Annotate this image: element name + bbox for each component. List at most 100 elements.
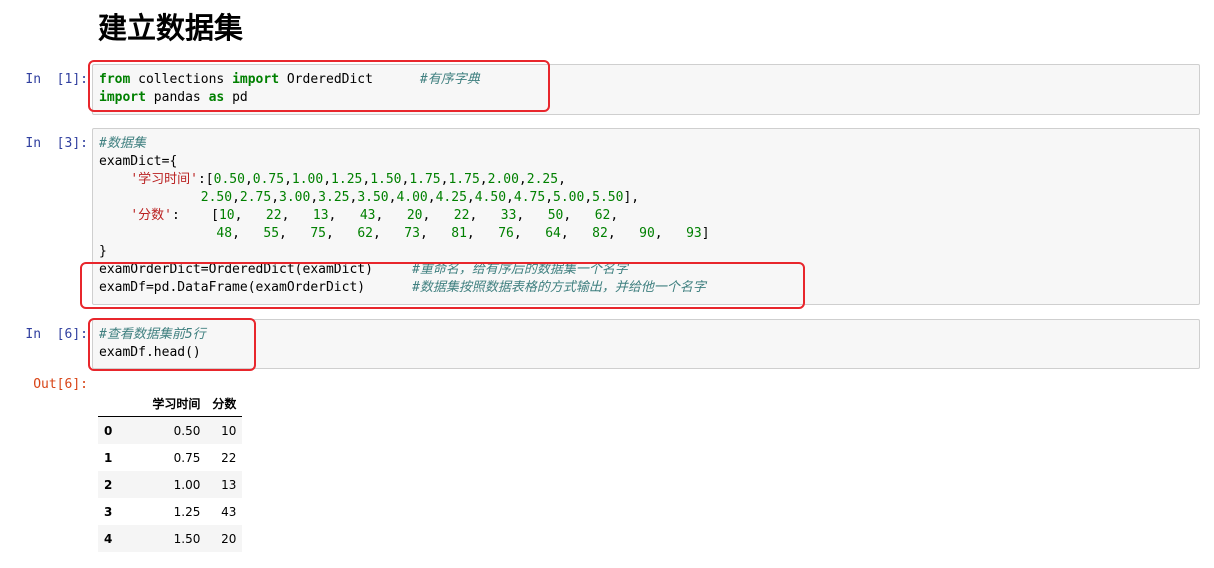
code-text: , <box>232 226 264 241</box>
table-row: 1 0.75 22 <box>98 444 242 471</box>
row-index: 0 <box>104 423 113 438</box>
code-number: 4.50 <box>474 190 507 205</box>
input-prompt-6: In [6]: <box>25 327 88 342</box>
code-text: : [ <box>171 208 219 223</box>
table-cell: 22 <box>221 450 237 465</box>
code-number: 1.50 <box>370 172 402 187</box>
code-number: 4.00 <box>396 190 428 205</box>
code-comment: #查看数据集前5行 <box>99 327 206 342</box>
code-editor-1[interactable]: from collections import OrderedDict #有序字… <box>93 65 1199 107</box>
code-string: '学习时间' <box>130 172 198 187</box>
code-text: :[ <box>197 172 214 187</box>
column-header: 分数 <box>206 390 243 417</box>
code-text: , <box>607 226 640 241</box>
code-number: 3.50 <box>357 190 389 205</box>
code-text: examOrderDict=OrderedDict(examDict) <box>99 262 413 277</box>
code-line: #数据集 <box>99 135 1193 153</box>
code-number: 76 <box>498 226 514 241</box>
code-number: 1.75 <box>409 172 441 187</box>
code-line: '学习时间':[0.50,0.75,1.00,1.25,1.50,1.75,1.… <box>99 171 1193 189</box>
code-number: 2.00 <box>487 172 519 187</box>
code-number: 75 <box>310 226 326 241</box>
code-number: 33 <box>500 208 517 223</box>
code-text: } <box>99 244 107 259</box>
code-text: ], <box>623 190 640 205</box>
code-text: , <box>281 208 313 223</box>
code-text: , <box>427 190 436 205</box>
column-header: 学习时间 <box>134 390 207 417</box>
code-text: , <box>560 226 593 241</box>
code-number: 48 <box>216 226 233 241</box>
code-line: examOrderDict=OrderedDict(examDict) #重命名… <box>99 261 1193 279</box>
code-text: , <box>422 208 454 223</box>
table-cell: 13 <box>221 477 237 492</box>
code-number: 62 <box>594 208 611 223</box>
code-line: #查看数据集前5行 <box>99 326 1193 344</box>
code-text: , <box>466 226 499 241</box>
code-text: , <box>362 172 371 187</box>
code-number: 1.00 <box>291 172 324 187</box>
code-text: examDict={ <box>99 154 178 169</box>
code-number: 90 <box>639 226 655 241</box>
code-number: 13 <box>312 208 329 223</box>
code-number: 22 <box>453 208 470 223</box>
code-text: , <box>518 172 527 187</box>
code-text: examDf=pd.DataFrame(examOrderDict) <box>99 280 413 295</box>
code-text: examDf.head() <box>99 345 201 360</box>
code-text: , <box>244 172 253 187</box>
code-number: 22 <box>265 208 282 223</box>
code-text: pandas <box>145 90 209 105</box>
table-cell: 20 <box>221 531 237 546</box>
code-text: , <box>234 208 266 223</box>
code-line: from collections import OrderedDict #有序字… <box>99 71 1193 89</box>
code-number: 5.50 <box>592 190 624 205</box>
input-prompt-1: In [1]: <box>25 72 88 87</box>
code-number: 62 <box>357 226 373 241</box>
table-header-row: 学习时间 分数 <box>98 390 243 417</box>
table-row: 0 0.50 10 <box>98 416 243 444</box>
table-row: 4 1.50 20 <box>98 525 243 552</box>
code-text: , <box>558 172 566 187</box>
code-cell-6[interactable]: #查看数据集前5行 examDf.head() <box>92 319 1200 369</box>
output-prompt-6: Out[6]: <box>33 377 88 392</box>
code-line: examDict={ <box>99 153 1193 171</box>
table-row: 3 1.25 43 <box>98 498 242 525</box>
row-index: 2 <box>104 477 113 492</box>
code-editor-6[interactable]: #查看数据集前5行 examDf.head() <box>93 320 1199 362</box>
code-number: 4.25 <box>435 190 467 205</box>
code-comment: #数据集按照数据表格的方式输出，并给他一个名字 <box>412 280 706 295</box>
code-editor-3[interactable]: #数据集 examDict={ '学习时间':[0.50,0.75,1.00,1.… <box>93 129 1199 297</box>
code-text: , <box>516 208 548 223</box>
code-number: 64 <box>545 226 561 241</box>
code-number: 50 <box>547 208 564 223</box>
code-comment: #重命名，给有序后的数据集一个名字 <box>412 262 628 277</box>
code-keyword: as <box>208 90 225 105</box>
code-number: 82 <box>592 226 608 241</box>
code-text: OrderedDict <box>279 72 420 87</box>
code-text: , <box>232 190 240 205</box>
code-cell-3[interactable]: #数据集 examDict={ '学习时间':[0.50,0.75,1.00,1.… <box>92 128 1200 305</box>
code-text: pd <box>224 90 248 105</box>
table-cell: 1.00 <box>173 477 201 492</box>
dataframe-output-table: 学习时间 分数 0 0.50 10 1 0.75 22 2 1.00 13 3 … <box>98 390 243 552</box>
code-line: 48, 55, 75, 62, 73, 81, 76, 64, 82, 90, … <box>99 225 1193 243</box>
row-index: 4 <box>104 531 113 546</box>
code-line: } <box>99 243 1193 261</box>
code-number: 3.00 <box>279 190 311 205</box>
code-comment: #数据集 <box>99 136 146 151</box>
code-number: 2.50 <box>200 190 233 205</box>
code-cell-1[interactable]: from collections import OrderedDict #有序字… <box>92 64 1200 115</box>
code-line: examDf.head() <box>99 344 1193 362</box>
table-cell: 1.25 <box>173 504 201 519</box>
code-text: , <box>271 190 280 205</box>
code-text: , <box>654 226 687 241</box>
code-number: 0.50 <box>213 172 245 187</box>
code-text: collections <box>130 72 233 87</box>
code-number: 55 <box>263 226 280 241</box>
code-text: , <box>419 226 452 241</box>
code-text: , <box>563 208 595 223</box>
index-header <box>98 390 135 417</box>
